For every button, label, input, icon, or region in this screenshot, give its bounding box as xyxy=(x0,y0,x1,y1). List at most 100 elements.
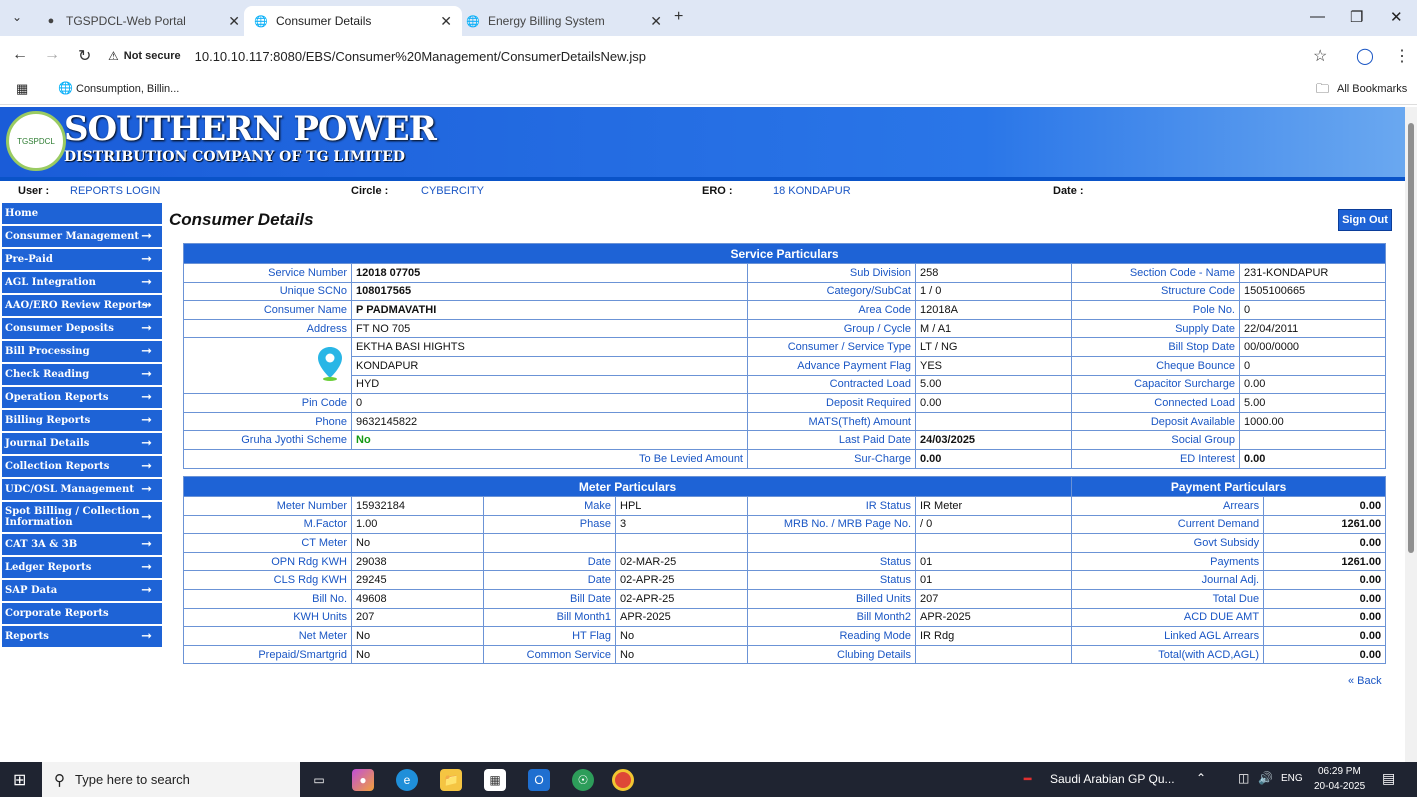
tab-tgspdcl[interactable]: ● TGSPDCL-Web Portal ✕ xyxy=(34,6,250,36)
sign-out-button[interactable]: Sign Out xyxy=(1338,209,1392,231)
sidebar-item[interactable]: UDC/OSL Management ➞ xyxy=(2,479,162,500)
field-value: No xyxy=(351,626,484,646)
all-bookmarks[interactable]: All Bookmarks xyxy=(1337,83,1407,95)
sidebar-item-label: Collection Reports xyxy=(5,461,110,472)
arrow-right-icon: ➞ xyxy=(141,629,152,644)
field-label: Make xyxy=(483,496,616,516)
sidebar-item-label: AGL Integration xyxy=(5,277,96,288)
sidebar-item[interactable]: Bill Processing ➞ xyxy=(2,341,162,362)
advance-payment-flag: YES xyxy=(915,355,1072,376)
sidebar-item[interactable]: Corporate Reports xyxy=(2,603,162,624)
sidebar-item[interactable]: Operation Reports ➞ xyxy=(2,387,162,408)
field-label: OPN Rdg KWH xyxy=(183,551,352,572)
search-icon: ⚲ xyxy=(54,771,65,789)
file-explorer-icon[interactable]: 📁 xyxy=(440,769,462,791)
sidebar-item-label: Corporate Reports xyxy=(5,608,109,619)
arrow-right-icon: ➞ xyxy=(141,583,152,598)
location-pin-icon[interactable] xyxy=(317,346,343,382)
sidebar-item[interactable]: Spot Billing / Collection Information ➞ xyxy=(2,502,162,532)
network-icon[interactable]: ◫ xyxy=(1238,771,1249,785)
sidebar-item[interactable]: Collection Reports ➞ xyxy=(2,456,162,477)
field-label: Total(with ACD,AGL) xyxy=(1071,644,1265,665)
last-paid-date: 24/03/2025 xyxy=(915,430,1072,450)
sidebar-item[interactable]: Billing Reports ➞ xyxy=(2,410,162,431)
forward-arrow-icon[interactable]: → xyxy=(44,46,60,64)
field-label xyxy=(747,533,916,553)
sidebar-item[interactable]: Consumer Deposits ➞ xyxy=(2,318,162,339)
sidebar-item[interactable]: CAT 3A & 3B ➞ xyxy=(2,534,162,555)
back-arrow-icon[interactable]: ← xyxy=(12,46,28,64)
copilot-icon[interactable]: ● xyxy=(352,769,374,791)
tray-chevron-icon[interactable]: ⌃ xyxy=(1196,771,1206,785)
profile-icon[interactable]: ◯ xyxy=(1356,46,1374,66)
apps-icon[interactable]: ▦ xyxy=(16,81,28,97)
scrollbar[interactable] xyxy=(1405,107,1417,762)
bookmark-item[interactable]: Consumption, Billin... xyxy=(76,83,179,95)
tab-energy-billing[interactable]: 🌐 Energy Billing System ✕ xyxy=(456,6,672,36)
reload-icon[interactable]: ↻ xyxy=(78,46,91,66)
arrow-right-icon: ➞ xyxy=(141,367,152,382)
tab-consumer-details[interactable]: 🌐 Consumer Details ✕ xyxy=(244,6,462,36)
clock-date[interactable]: 20-04-2025 xyxy=(1314,781,1365,792)
page-title: Consumer Details xyxy=(169,210,314,229)
sidebar-item[interactable]: Check Reading ➞ xyxy=(2,364,162,385)
ie-icon[interactable]: ☉ xyxy=(572,769,594,791)
clock-time[interactable]: 06:29 PM xyxy=(1318,766,1361,777)
menu-icon[interactable]: ⋮ xyxy=(1394,46,1410,66)
url-field[interactable]: ⚠ Not secure 10.10.10.117:8080/EBS/Consu… xyxy=(108,41,1298,71)
scroll-thumb[interactable] xyxy=(1408,123,1414,553)
field-label: Common Service xyxy=(483,644,616,665)
language[interactable]: ENG xyxy=(1281,773,1303,784)
taskbar-search[interactable]: ⚲ Type here to search xyxy=(42,762,300,797)
field-value: No xyxy=(351,644,484,665)
address-bar: ← → ↻ ⚠ Not secure 10.10.10.117:8080/EBS… xyxy=(0,36,1417,76)
close-tab-icon[interactable]: ✕ xyxy=(440,13,452,30)
field-label: Phone xyxy=(183,411,352,432)
new-tab-icon[interactable]: + xyxy=(674,8,683,26)
windows-start-icon[interactable]: ⊞ xyxy=(13,770,26,790)
sub-division: 258 xyxy=(915,263,1072,283)
restore-icon[interactable]: ❐ xyxy=(1350,8,1363,26)
volume-icon[interactable]: 🔊 xyxy=(1258,771,1273,785)
sidebar-item[interactable]: Home xyxy=(2,203,162,224)
notifications-icon[interactable]: ▤ xyxy=(1382,770,1395,787)
sidebar-item[interactable]: AAO/ERO Review Reports ➞ xyxy=(2,295,162,316)
star-icon[interactable]: ☆ xyxy=(1313,46,1327,66)
arrow-right-icon: ➞ xyxy=(141,436,152,451)
ero-value: 18 KONDAPUR xyxy=(773,185,851,197)
store-icon[interactable]: ▦ xyxy=(484,769,506,791)
sidebar-item[interactable]: Pre-Paid ➞ xyxy=(2,249,162,270)
field-label: Billed Units xyxy=(747,588,916,609)
close-tab-icon[interactable]: ✕ xyxy=(228,13,240,30)
field-label: To Be Levied Amount xyxy=(183,448,748,469)
news-text[interactable]: Saudi Arabian GP Qu... xyxy=(1050,772,1175,786)
task-view-icon[interactable]: ▭ xyxy=(308,769,330,791)
arrow-right-icon: ➞ xyxy=(141,413,152,428)
edge-icon[interactable]: e xyxy=(396,769,418,791)
sidebar-item[interactable]: Reports ➞ xyxy=(2,626,162,647)
sidebar-item[interactable]: SAP Data ➞ xyxy=(2,580,162,601)
field-label: Net Meter xyxy=(183,626,352,646)
sidebar-item[interactable]: AGL Integration ➞ xyxy=(2,272,162,293)
field-label: Deposit Available xyxy=(1071,411,1240,432)
sidebar-item-label: Home xyxy=(5,208,39,219)
globe-icon: 🌐 xyxy=(466,15,480,28)
field-value: No xyxy=(615,626,748,646)
field-label: Social Group xyxy=(1071,430,1240,450)
close-tab-icon[interactable]: ✕ xyxy=(650,13,662,30)
back-link[interactable]: « Back xyxy=(1348,675,1382,687)
tab-label: Consumer Details xyxy=(276,14,372,28)
windows-taskbar: ⊞ ⚲ Type here to search ▭ ● e 📁 ▦ O ☉ ━ … xyxy=(0,762,1417,797)
chrome-icon[interactable] xyxy=(612,769,634,791)
field-value: 0.00 xyxy=(1263,533,1387,553)
field-label: Pole No. xyxy=(1071,300,1240,320)
sidebar-item[interactable]: Consumer Management ➞ xyxy=(2,226,162,247)
tab-search-icon[interactable]: ⌄ xyxy=(12,10,22,24)
outlook-icon[interactable]: O xyxy=(528,769,550,791)
sidebar-item[interactable]: Ledger Reports ➞ xyxy=(2,557,162,578)
minimize-icon[interactable]: — xyxy=(1310,8,1325,25)
field-label: Service Number xyxy=(183,263,352,283)
sidebar-item[interactable]: Journal Details ➞ xyxy=(2,433,162,454)
close-window-icon[interactable]: ✕ xyxy=(1390,8,1403,26)
field-label: Area Code xyxy=(747,300,916,320)
